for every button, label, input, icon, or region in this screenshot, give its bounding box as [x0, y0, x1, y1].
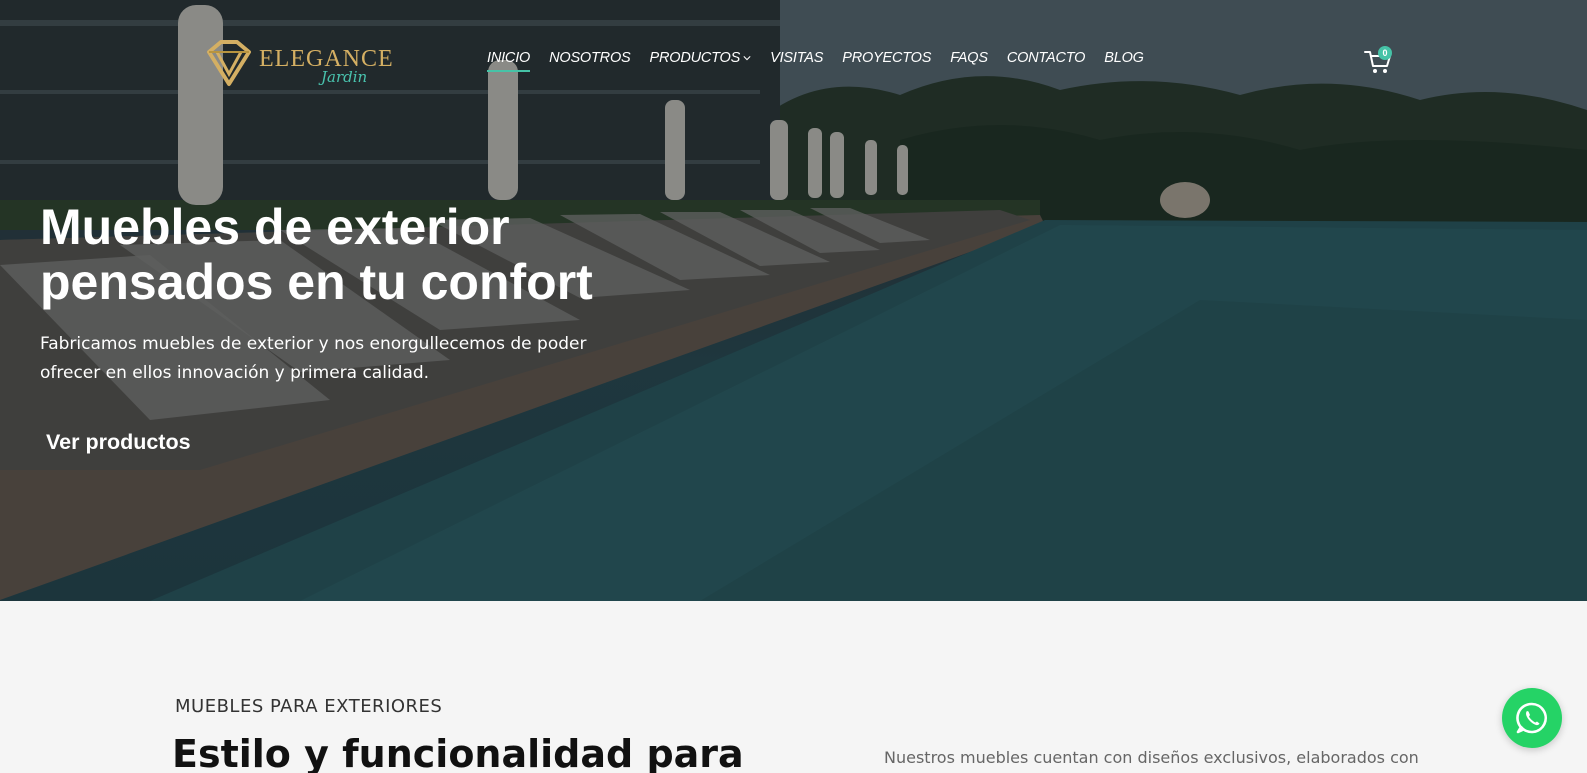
main-nav: INICIO NOSOTROS PRODUCTOS VISITAS PROYEC…: [487, 50, 1163, 72]
section-eyebrow: MUEBLES PARA EXTERIORES: [175, 696, 443, 717]
nav-item-nosotros[interactable]: NOSOTROS: [549, 50, 631, 66]
hero-subtitle: Fabricamos muebles de exterior y nos eno…: [40, 334, 587, 383]
cart-count-badge: 0: [1378, 46, 1392, 60]
nav-item-contacto[interactable]: CONTACTO: [1007, 50, 1086, 66]
nav-item-faqs[interactable]: FAQS: [950, 50, 988, 66]
diamond-logo-icon: [207, 40, 251, 86]
whatsapp-button[interactable]: [1502, 688, 1562, 748]
hero-title: Muebles de exterior pensados en tu confo…: [40, 199, 593, 310]
nav-item-visitas[interactable]: VISITAS: [770, 50, 823, 66]
nav-item-blog[interactable]: BLOG: [1104, 50, 1144, 66]
section-title: Estilo y funcionalidad para: [172, 732, 744, 773]
logo-tagline: Jardin: [321, 68, 368, 86]
nav-item-inicio[interactable]: INICIO: [487, 50, 530, 72]
whatsapp-icon: [1516, 702, 1548, 734]
ver-productos-button[interactable]: Ver productos: [46, 430, 191, 455]
hero-banner: ELEGANCE Jardin INICIO NOSOTROS PRODUCTO…: [0, 0, 1587, 601]
nav-item-productos[interactable]: PRODUCTOS: [650, 50, 752, 66]
chevron-down-icon: [743, 56, 751, 61]
nav-item-proyectos[interactable]: PROYECTOS: [842, 50, 931, 66]
nav-item-productos-label: PRODUCTOS: [649, 50, 741, 66]
section-description: Nuestros muebles cuentan con diseños exc…: [884, 748, 1419, 767]
site-logo[interactable]: ELEGANCE Jardin: [203, 38, 393, 90]
